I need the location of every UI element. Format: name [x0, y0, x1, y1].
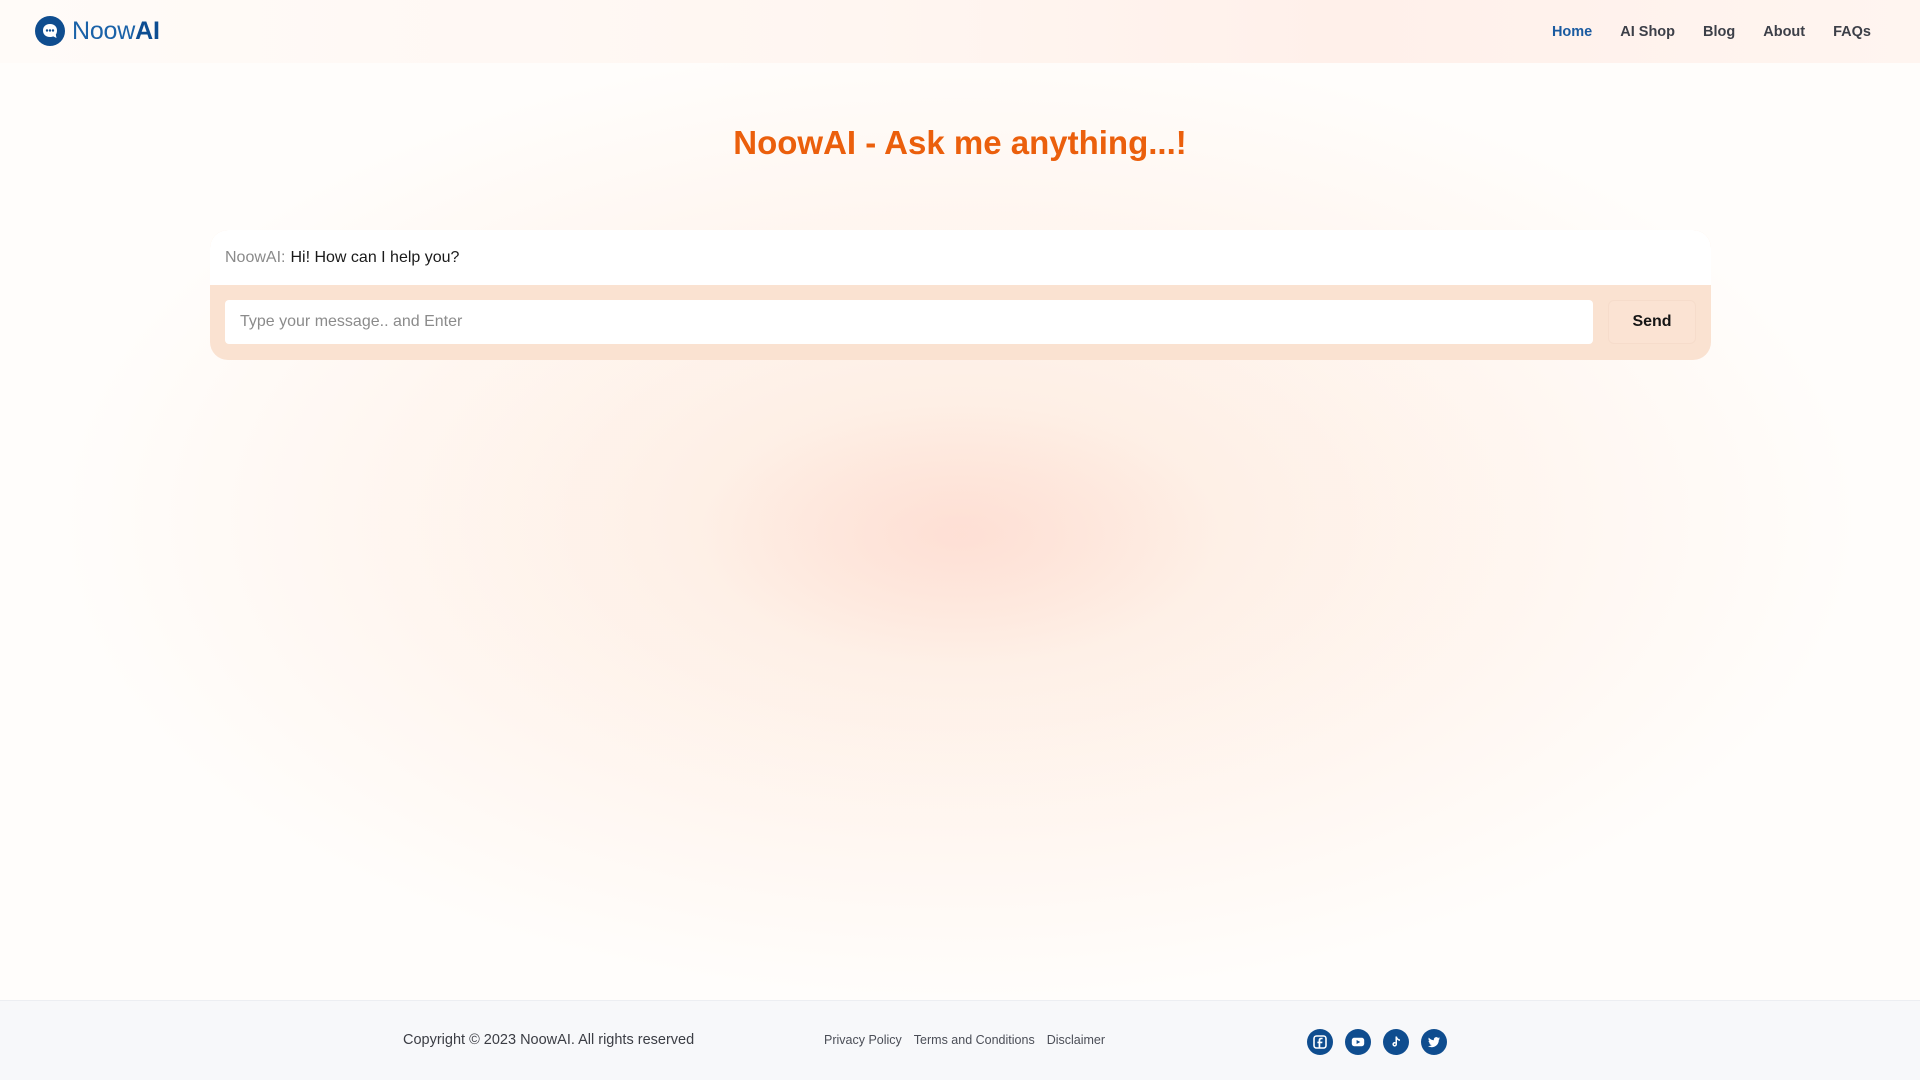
footer-link-privacy-policy[interactable]: Privacy Policy	[824, 1033, 902, 1047]
social-links	[1307, 1029, 1447, 1055]
youtube-icon[interactable]	[1345, 1029, 1371, 1055]
logo-chat-icon	[35, 16, 65, 46]
message-text: Hi! How can I help you?	[290, 248, 460, 266]
nav-item-blog[interactable]: Blog	[1703, 24, 1735, 40]
facebook-icon[interactable]	[1307, 1029, 1333, 1055]
page-title: NoowAI - Ask me anything...!	[733, 124, 1187, 161]
site-header: NoowAI Home AI Shop Blog About FAQs	[0, 0, 1920, 63]
chat-input-row: Send	[210, 285, 1711, 360]
site-footer: Copyright © 2023 NoowAI. All rights rese…	[0, 1000, 1920, 1080]
message-input[interactable]	[225, 300, 1593, 344]
logo[interactable]: NoowAI	[34, 14, 160, 48]
chat-message: NoowAI: Hi! How can I help you?	[210, 230, 1711, 285]
nav-item-faqs[interactable]: FAQs	[1833, 24, 1871, 40]
message-sender: NoowAI:	[225, 248, 286, 266]
nav-item-about[interactable]: About	[1763, 24, 1805, 40]
footer-link-terms-and-conditions[interactable]: Terms and Conditions	[914, 1033, 1035, 1047]
nav-item-home[interactable]: Home	[1552, 24, 1592, 40]
send-button[interactable]: Send	[1608, 300, 1696, 344]
logo-text-noow: Noow	[72, 16, 136, 45]
nav-item-ai-shop[interactable]: AI Shop	[1620, 24, 1675, 40]
tiktok-icon[interactable]	[1383, 1029, 1409, 1055]
logo-text-ai: AI	[135, 16, 160, 45]
chat-box: NoowAI: Hi! How can I help you? Send	[210, 230, 1711, 360]
footer-link-disclaimer[interactable]: Disclaimer	[1047, 1033, 1105, 1047]
footer-links: Privacy Policy Terms and Conditions Disc…	[824, 1033, 1105, 1047]
main-nav: Home AI Shop Blog About FAQs	[1552, 0, 1871, 63]
twitter-icon[interactable]	[1421, 1029, 1447, 1055]
logo-text: NoowAI	[72, 17, 160, 46]
copyright-text: Copyright © 2023 NoowAI. All rights rese…	[403, 1032, 695, 1048]
